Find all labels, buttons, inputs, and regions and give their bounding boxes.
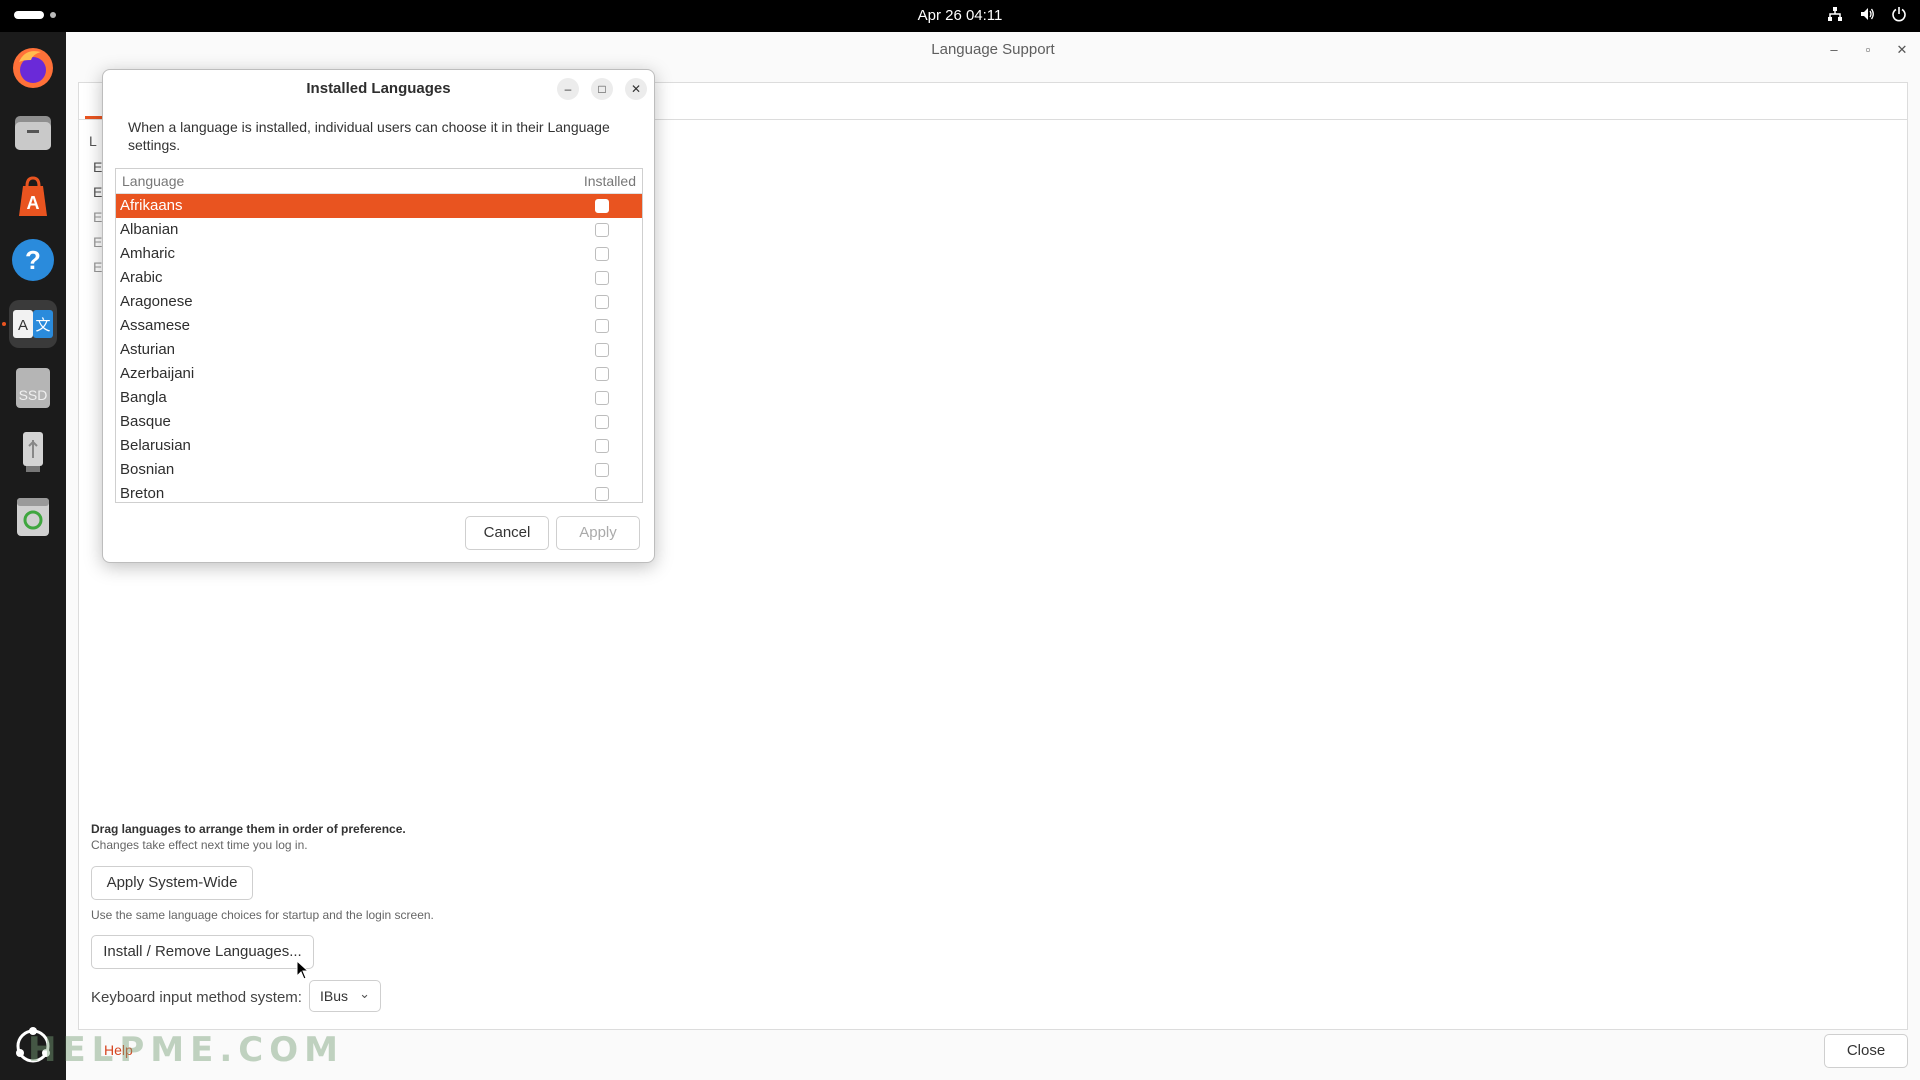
- language-name: Albanian: [120, 221, 179, 238]
- installed-checkbox[interactable]: [595, 271, 609, 285]
- trash-icon[interactable]: [9, 492, 57, 540]
- drag-hint: Drag languages to arrange them in order …: [91, 822, 406, 836]
- dock: A ? A文 SSD: [0, 32, 66, 1080]
- language-rows: Afrikaans Albanian Amharic Arabic Aragonese A…: [116, 194, 642, 502]
- installed-checkbox[interactable]: [595, 463, 609, 477]
- language-row[interactable]: Albanian: [116, 218, 642, 242]
- installed-checkbox[interactable]: [595, 247, 609, 261]
- column-installed[interactable]: Installed: [584, 173, 636, 189]
- svg-text:文: 文: [35, 316, 50, 334]
- language-row[interactable]: Basque: [116, 410, 642, 434]
- svg-text:SSD: SSD: [19, 387, 48, 403]
- installed-checkbox[interactable]: [595, 391, 609, 405]
- running-indicator: [2, 322, 6, 326]
- network-icon[interactable]: [1826, 6, 1844, 26]
- apply-button[interactable]: Apply: [556, 516, 640, 550]
- language-name: Bangla: [120, 389, 167, 406]
- active-tab-indicator: [85, 116, 103, 119]
- power-icon[interactable]: [1890, 6, 1908, 26]
- close-icon[interactable]: ✕: [625, 78, 647, 100]
- language-name: Breton: [120, 485, 165, 502]
- app-center-icon[interactable]: A: [9, 172, 57, 220]
- minimize-icon[interactable]: –: [557, 78, 579, 100]
- language-name: Amharic: [120, 245, 176, 262]
- volume-icon[interactable]: [1858, 6, 1876, 26]
- language-row[interactable]: Asturian: [116, 338, 642, 362]
- language-name: Belarusian: [120, 437, 191, 454]
- svg-text:?: ?: [25, 245, 41, 275]
- language-row[interactable]: Afrikaans: [116, 194, 642, 218]
- language-list-stub: E: [93, 209, 103, 225]
- language-row[interactable]: Azerbaijani: [116, 362, 642, 386]
- language-row[interactable]: Bosnian: [116, 458, 642, 482]
- dialog-description: When a language is installed, individual…: [128, 119, 610, 153]
- top-bar: Apr 26 04:11: [0, 0, 1920, 32]
- language-list-stub: E: [93, 159, 103, 175]
- installed-languages-dialog: Installed Languages – □ ✕ When a languag…: [102, 69, 655, 563]
- window-title: Language Support: [931, 41, 1055, 58]
- language-row[interactable]: Assamese: [116, 314, 642, 338]
- language-support-icon[interactable]: A文: [9, 300, 57, 348]
- installed-checkbox[interactable]: [595, 415, 609, 429]
- svg-text:A: A: [18, 317, 28, 334]
- installed-checkbox[interactable]: [595, 319, 609, 333]
- installed-checkbox[interactable]: [595, 343, 609, 357]
- language-row[interactable]: Arabic: [116, 266, 642, 290]
- clock[interactable]: Apr 26 04:11: [0, 7, 1920, 24]
- usb-drive-icon[interactable]: [9, 428, 57, 476]
- ssd-drive-icon[interactable]: SSD: [9, 364, 57, 412]
- language-name: Arabic: [120, 269, 163, 286]
- system-tray[interactable]: [1826, 6, 1908, 26]
- language-list-stub: E: [93, 234, 103, 250]
- help-icon[interactable]: ?: [9, 236, 57, 284]
- language-name: Basque: [120, 413, 171, 430]
- column-language[interactable]: Language: [122, 173, 184, 189]
- language-name: Asturian: [120, 341, 176, 358]
- installed-checkbox[interactable]: [595, 223, 609, 237]
- drag-note: Changes take effect next time you log in…: [91, 838, 308, 852]
- language-name: Afrikaans: [120, 197, 183, 214]
- language-name: Bosnian: [120, 461, 175, 478]
- language-row[interactable]: Belarusian: [116, 434, 642, 458]
- language-row[interactable]: Aragonese: [116, 290, 642, 314]
- close-button[interactable]: Close: [1824, 1034, 1908, 1068]
- svg-text:A: A: [27, 193, 40, 213]
- installed-checkbox[interactable]: [595, 199, 609, 213]
- files-icon[interactable]: [9, 108, 57, 156]
- installed-checkbox[interactable]: [595, 487, 609, 501]
- language-row[interactable]: Breton: [116, 482, 642, 502]
- apply-note: Use the same language choices for startu…: [91, 908, 434, 922]
- maximize-icon[interactable]: □: [591, 78, 613, 100]
- list-header: Language Installed: [116, 169, 642, 194]
- firefox-icon[interactable]: [9, 44, 57, 92]
- language-list-stub: L: [89, 133, 97, 149]
- language-list-stub: E: [93, 184, 103, 200]
- install-remove-languages-button[interactable]: Install / Remove Languages...: [91, 935, 314, 969]
- cancel-button[interactable]: Cancel: [465, 516, 549, 550]
- language-row[interactable]: Bangla: [116, 386, 642, 410]
- maximize-icon[interactable]: ▫: [1858, 40, 1878, 60]
- close-icon[interactable]: ✕: [1892, 40, 1912, 60]
- installed-checkbox[interactable]: [595, 367, 609, 381]
- minimize-icon[interactable]: –: [1824, 40, 1844, 60]
- language-row[interactable]: Amharic: [116, 242, 642, 266]
- keyboard-input-value: IBus: [320, 988, 349, 1004]
- keyboard-input-select[interactable]: IBus ⌄: [309, 980, 381, 1012]
- chevron-down-icon: ⌄: [359, 986, 370, 1001]
- installed-checkbox[interactable]: [595, 439, 609, 453]
- apply-system-wide-button[interactable]: Apply System-Wide: [91, 866, 253, 900]
- installed-checkbox[interactable]: [595, 295, 609, 309]
- keyboard-input-label: Keyboard input method system:: [91, 989, 302, 1006]
- language-name: Aragonese: [120, 293, 193, 310]
- language-list-stub: E: [93, 259, 103, 275]
- language-name: Azerbaijani: [120, 365, 195, 382]
- language-name: Assamese: [120, 317, 191, 334]
- watermark: HELPME.COM: [28, 1030, 344, 1070]
- language-list[interactable]: Language Installed Afrikaans Albanian Amha…: [115, 168, 643, 503]
